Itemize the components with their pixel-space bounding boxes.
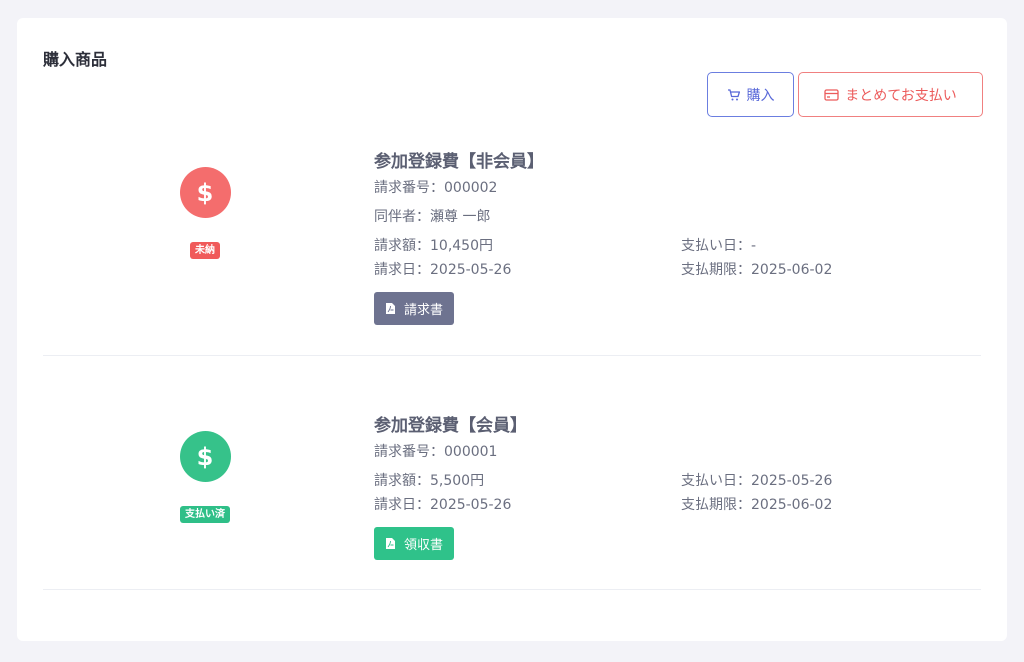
buy-button[interactable]: 購入 <box>707 72 794 117</box>
item-info: 参加登録費【非会員】 請求番号：000002 同伴者：瀬尊 一郎 請求額：10,… <box>374 147 974 325</box>
invoice-date: 請求日：2025-05-26 <box>374 262 512 278</box>
receipt-pdf-label: 領収書 <box>404 538 444 553</box>
pay-all-button-label: まとめてお支払い <box>845 87 957 104</box>
status-badge: 支払い済 <box>180 506 230 523</box>
item-title: 参加登録費【会員】 <box>374 416 527 436</box>
cart-icon <box>727 88 740 100</box>
page-title: 購入商品 <box>43 50 108 69</box>
dollar-icon: $ <box>179 167 231 218</box>
status-column: $ 未納 <box>43 167 367 259</box>
invoice-amount: 請求額：10,450円 <box>374 238 493 254</box>
receipt-pdf-button[interactable]: 領収書 <box>374 527 455 560</box>
invoice-number: 請求番号：000001 <box>374 444 498 460</box>
purchased-items-card: 購入商品 購入 まとめてお支払い $ 未納 参加登録費【非会員】 請求番号：00… <box>17 18 1007 641</box>
status-column: $ 支払い済 <box>43 431 367 523</box>
invoice-amount: 請求額：5,500円 <box>374 473 485 489</box>
invoice-pdf-label: 請求書 <box>404 303 444 318</box>
invoice-date: 請求日：2025-05-26 <box>374 497 512 513</box>
pdf-file-icon <box>386 303 395 314</box>
payment-date: 支払い日：2025-05-26 <box>681 473 833 489</box>
invoice-number: 請求番号：000002 <box>374 180 498 196</box>
pdf-file-icon <box>386 538 395 549</box>
invoice-pdf-button[interactable]: 請求書 <box>374 292 455 325</box>
list-item: $ 支払い済 参加登録費【会員】 請求番号：000001 請求額：5,500円 … <box>43 356 981 590</box>
companion: 同伴者：瀬尊 一郎 <box>374 209 491 225</box>
item-title: 参加登録費【非会員】 <box>374 152 544 172</box>
item-info: 参加登録費【会員】 請求番号：000001 請求額：5,500円 支払い日：20… <box>374 411 974 560</box>
dollar-icon: $ <box>179 431 231 482</box>
status-badge: 未納 <box>190 242 220 259</box>
due-date: 支払期限：2025-06-02 <box>681 497 833 513</box>
pay-all-button[interactable]: まとめてお支払い <box>798 72 983 117</box>
credit-card-icon <box>824 88 839 101</box>
buy-button-label: 購入 <box>746 87 775 104</box>
due-date: 支払期限：2025-06-02 <box>681 262 833 278</box>
payment-date: 支払い日：- <box>681 238 757 254</box>
list-item: $ 未納 参加登録費【非会員】 請求番号：000002 同伴者：瀬尊 一郎 請求… <box>43 136 981 356</box>
